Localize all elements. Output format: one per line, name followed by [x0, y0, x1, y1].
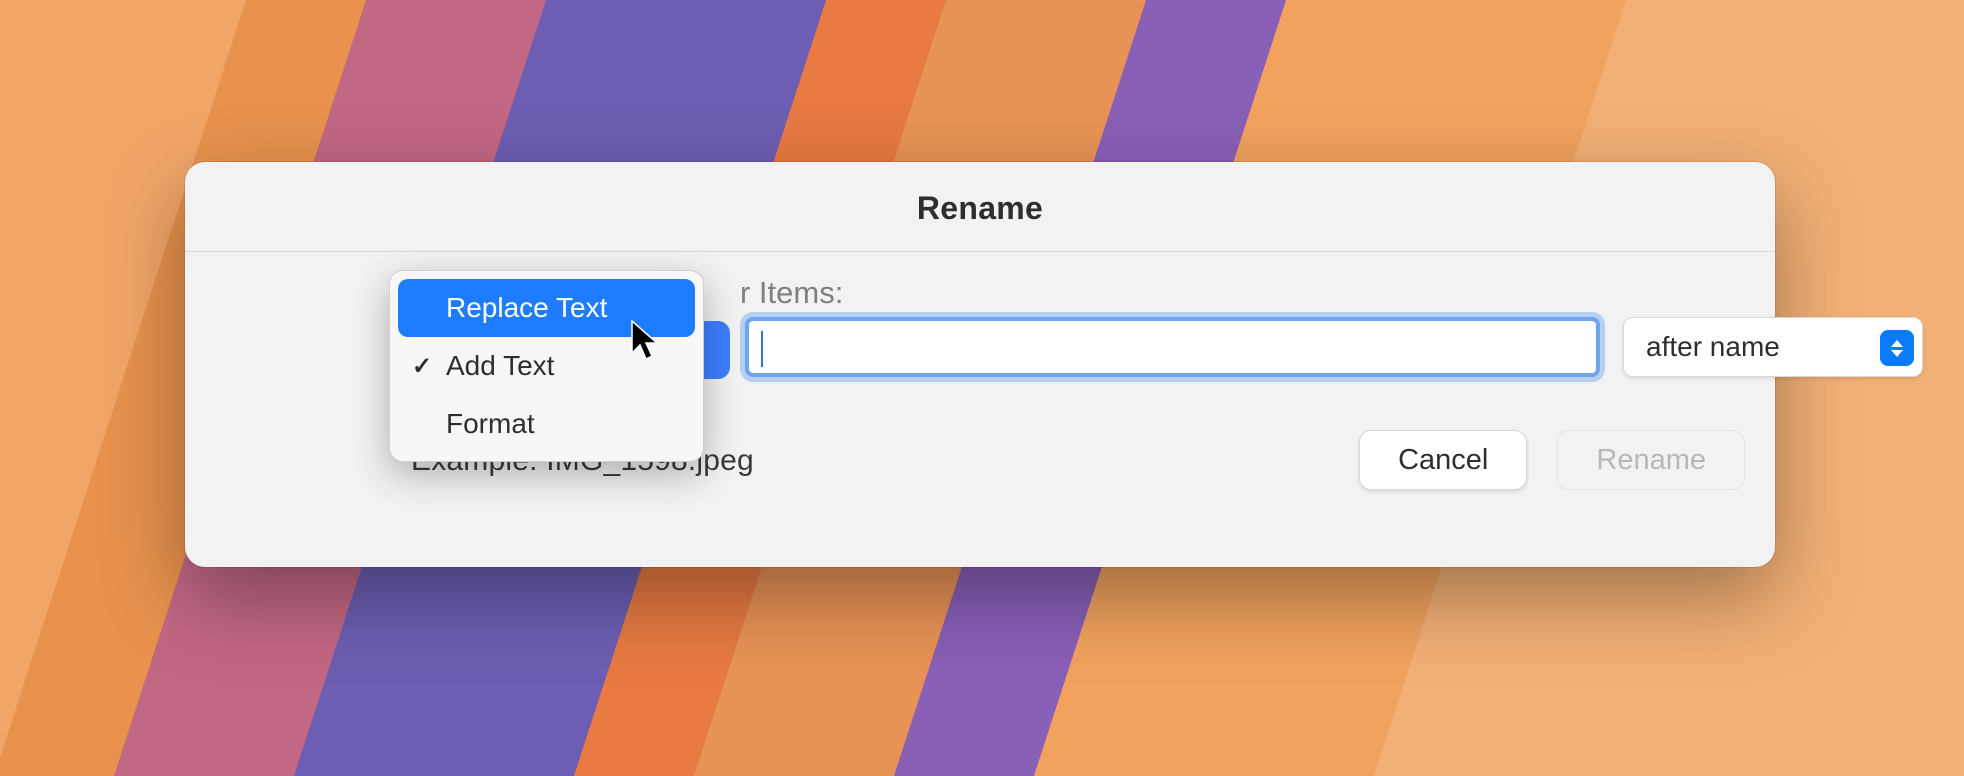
- cancel-button[interactable]: Cancel: [1359, 430, 1527, 490]
- rename-text-input[interactable]: [745, 317, 1600, 377]
- divider: [185, 251, 1775, 252]
- menu-item-label: Replace Text: [446, 292, 607, 324]
- menu-item-add-text[interactable]: ✓ Add Text: [398, 337, 695, 395]
- checkmark-icon: ✓: [412, 352, 432, 381]
- button-row: Cancel Rename: [1359, 430, 1745, 490]
- rename-dialog: Rename r Items: after name Example: IMG_…: [185, 162, 1775, 567]
- position-select-value: after name: [1646, 331, 1780, 363]
- menu-item-replace-text[interactable]: Replace Text: [398, 279, 695, 337]
- chevron-updown-icon: [1880, 330, 1914, 366]
- menu-item-label: Add Text: [446, 350, 554, 382]
- menu-item-format[interactable]: Format: [398, 395, 695, 453]
- items-label: r Items:: [740, 275, 843, 311]
- mode-dropdown-menu: Replace Text ✓ Add Text Format: [389, 270, 704, 462]
- dialog-title: Rename: [185, 162, 1775, 251]
- rename-button[interactable]: Rename: [1557, 430, 1745, 490]
- position-select[interactable]: after name: [1623, 317, 1923, 377]
- menu-item-label: Format: [446, 408, 535, 440]
